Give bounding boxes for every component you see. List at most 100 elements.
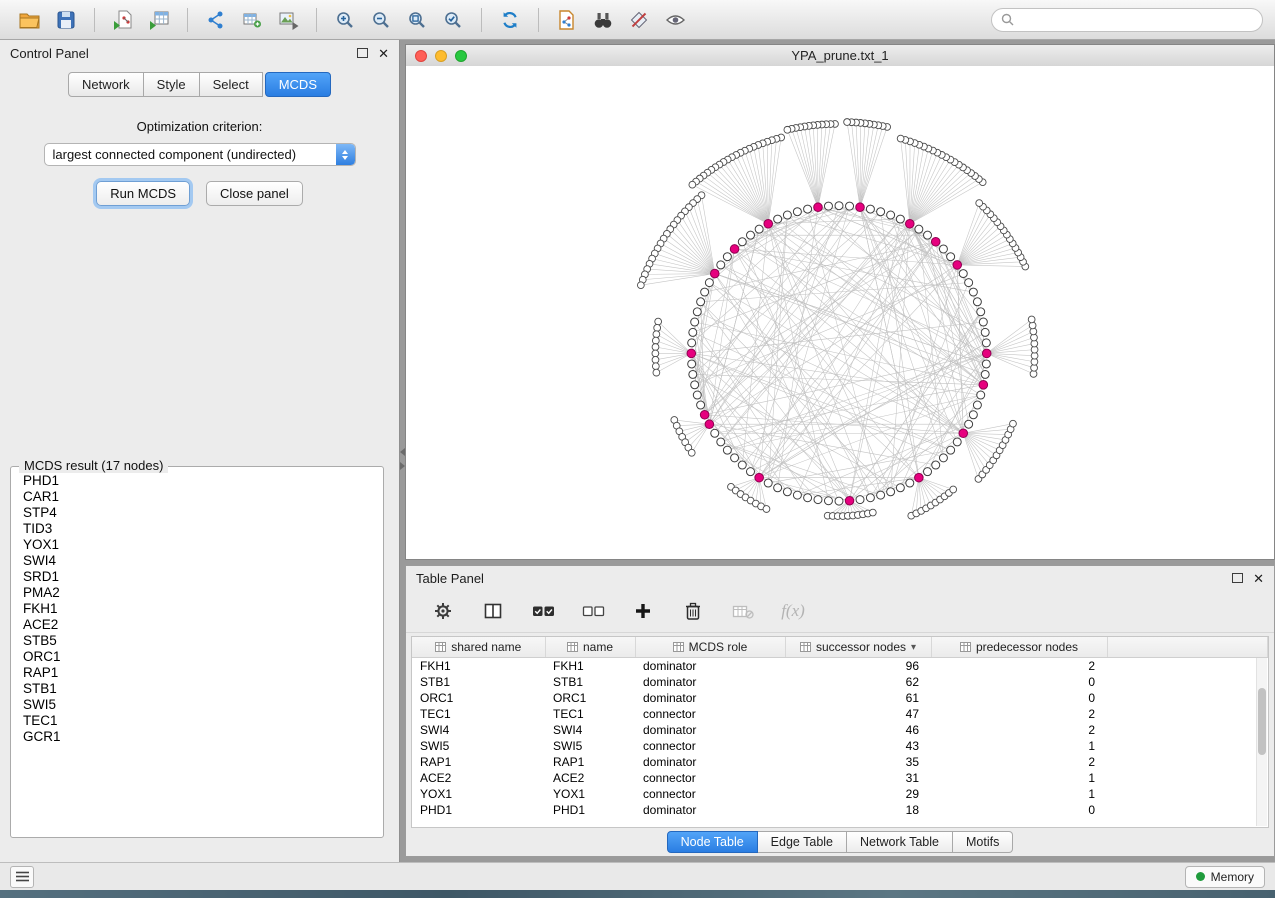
table-cell[interactable]: connector <box>635 738 785 754</box>
table-scrollbar-thumb[interactable] <box>1258 688 1266 755</box>
table-mode-button[interactable] <box>428 596 458 626</box>
table-cell[interactable]: 96 <box>785 658 931 675</box>
table-cell[interactable]: 1 <box>931 738 1107 754</box>
table-row[interactable]: ACE2ACE2connector311 <box>412 770 1268 786</box>
table-cell[interactable]: connector <box>635 770 785 786</box>
column-header-successor-nodes[interactable]: successor nodes ▾ <box>785 637 931 658</box>
memory-button[interactable]: Memory <box>1185 866 1265 888</box>
table-cell[interactable]: connector <box>635 786 785 802</box>
mcds-result-item[interactable]: ACE2 <box>15 617 379 633</box>
table-cell[interactable]: 18 <box>785 802 931 818</box>
table-cell[interactable]: ACE2 <box>412 770 545 786</box>
table-cell[interactable]: TEC1 <box>412 706 545 722</box>
export-table-button[interactable] <box>234 5 270 35</box>
tab-mcds[interactable]: MCDS <box>265 72 331 97</box>
delete-columns-button[interactable] <box>678 596 708 626</box>
table-row[interactable]: SWI5SWI5connector431 <box>412 738 1268 754</box>
apply-layout-button[interactable] <box>492 5 528 35</box>
criterion-select[interactable]: largest connected component (undirected) <box>44 143 356 166</box>
zoom-out-button[interactable] <box>363 5 399 35</box>
table-cell[interactable]: dominator <box>635 722 785 738</box>
table-cell[interactable]: 0 <box>931 690 1107 706</box>
table-cell[interactable]: TEC1 <box>545 706 635 722</box>
table-cell[interactable]: dominator <box>635 658 785 675</box>
table-cell[interactable]: 0 <box>931 674 1107 690</box>
table-row[interactable]: TEC1TEC1connector472 <box>412 706 1268 722</box>
table-row[interactable]: FKH1FKH1dominator962 <box>412 658 1268 675</box>
column-header-predecessor-nodes[interactable]: predecessor nodes <box>931 637 1107 658</box>
table-cell[interactable]: connector <box>635 706 785 722</box>
show-hide-button[interactable] <box>657 5 693 35</box>
table-cell[interactable]: 35 <box>785 754 931 770</box>
table-cell[interactable]: 2 <box>931 722 1107 738</box>
deselect-all-button[interactable] <box>578 596 608 626</box>
table-cell[interactable]: ORC1 <box>412 690 545 706</box>
table-cell[interactable]: FKH1 <box>545 658 635 675</box>
column-header-name[interactable]: name <box>545 637 635 658</box>
table-cell[interactable]: STB1 <box>545 674 635 690</box>
task-history-button[interactable] <box>10 866 34 888</box>
delete-table-button[interactable] <box>728 596 758 626</box>
mcds-result-item[interactable]: TID3 <box>15 521 379 537</box>
tab-edge-table[interactable]: Edge Table <box>758 831 847 853</box>
table-cell[interactable]: ORC1 <box>545 690 635 706</box>
table-cell[interactable]: SWI5 <box>412 738 545 754</box>
table-cell[interactable]: FKH1 <box>412 658 545 675</box>
table-cell[interactable]: 46 <box>785 722 931 738</box>
table-cell[interactable]: 2 <box>931 658 1107 675</box>
table-cell[interactable]: RAP1 <box>412 754 545 770</box>
table-cell[interactable]: 61 <box>785 690 931 706</box>
export-image-button[interactable] <box>270 5 306 35</box>
mcds-result-item[interactable]: STB1 <box>15 681 379 697</box>
close-panel-icon[interactable]: ✕ <box>378 47 389 60</box>
float-table-panel-icon[interactable] <box>1232 573 1243 583</box>
table-cell[interactable]: ACE2 <box>545 770 635 786</box>
mcds-result-item[interactable]: PHD1 <box>15 473 379 489</box>
table-row[interactable]: SWI4SWI4dominator462 <box>412 722 1268 738</box>
tab-style[interactable]: Style <box>144 72 200 97</box>
select-all-button[interactable] <box>528 596 558 626</box>
table-scrollbar[interactable] <box>1256 658 1267 826</box>
table-cell[interactable]: 0 <box>931 802 1107 818</box>
table-cell[interactable]: RAP1 <box>545 754 635 770</box>
table-row[interactable]: RAP1RAP1dominator352 <box>412 754 1268 770</box>
table-cell[interactable]: SWI5 <box>545 738 635 754</box>
sort-indicator-icon[interactable]: ▾ <box>911 642 916 653</box>
table-cell[interactable]: SWI4 <box>412 722 545 738</box>
toggle-graphics-button[interactable] <box>621 5 657 35</box>
table-cell[interactable]: dominator <box>635 802 785 818</box>
mcds-result-item[interactable]: STB5 <box>15 633 379 649</box>
export-document-button[interactable] <box>549 5 585 35</box>
table-cell[interactable]: 29 <box>785 786 931 802</box>
mcds-result-item[interactable]: TEC1 <box>15 713 379 729</box>
float-panel-icon[interactable] <box>357 48 368 58</box>
mcds-result-item[interactable]: SWI5 <box>15 697 379 713</box>
search-input[interactable] <box>1019 12 1253 28</box>
table-cell[interactable]: 2 <box>931 706 1107 722</box>
tab-node-table[interactable]: Node Table <box>667 831 758 853</box>
table-row[interactable]: YOX1YOX1connector291 <box>412 786 1268 802</box>
tab-network[interactable]: Network <box>68 72 144 97</box>
mcds-result-item[interactable]: YOX1 <box>15 537 379 553</box>
mcds-result-item[interactable]: FKH1 <box>15 601 379 617</box>
column-header-shared-name[interactable]: shared name <box>412 637 545 658</box>
import-network-button[interactable] <box>105 5 141 35</box>
mcds-result-item[interactable]: STP4 <box>15 505 379 521</box>
mcds-result-item[interactable]: SWI4 <box>15 553 379 569</box>
save-session-button[interactable] <box>48 5 84 35</box>
show-columns-button[interactable] <box>478 596 508 626</box>
mcds-result-item[interactable]: ORC1 <box>15 649 379 665</box>
mcds-result-item[interactable]: PMA2 <box>15 585 379 601</box>
table-cell[interactable]: YOX1 <box>412 786 545 802</box>
table-cell[interactable]: STB1 <box>412 674 545 690</box>
table-row[interactable]: ORC1ORC1dominator610 <box>412 690 1268 706</box>
mcds-result-item[interactable]: CAR1 <box>15 489 379 505</box>
table-cell[interactable]: dominator <box>635 754 785 770</box>
network-canvas[interactable] <box>406 66 1274 559</box>
zoom-fit-button[interactable] <box>399 5 435 35</box>
export-network-button[interactable] <box>198 5 234 35</box>
open-session-button[interactable] <box>12 5 48 35</box>
table-cell[interactable]: dominator <box>635 674 785 690</box>
table-cell[interactable]: 1 <box>931 786 1107 802</box>
search-field[interactable] <box>991 8 1263 32</box>
